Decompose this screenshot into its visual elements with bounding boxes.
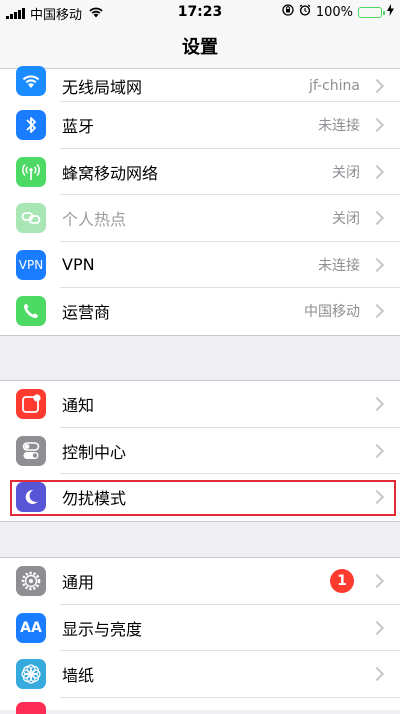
chevron-right-icon — [369, 304, 385, 319]
bluetooth-icon — [16, 110, 46, 141]
row-label: 通用 — [62, 573, 95, 593]
chevron-right-icon — [369, 78, 385, 93]
row-value: 关闭 — [332, 164, 360, 181]
alarm-icon — [299, 4, 311, 20]
row-value: jf-china — [308, 77, 360, 94]
phone-icon — [16, 296, 46, 327]
navigation-bar: 设置 — [0, 24, 400, 69]
wallpaper-icon — [16, 659, 46, 690]
battery-percent: 100% — [315, 4, 353, 20]
control-center-icon — [16, 435, 46, 466]
partial-row-icon — [16, 701, 46, 714]
row-label: 显示与亮度 — [62, 619, 143, 639]
chevron-right-icon — [369, 490, 385, 505]
chevron-right-icon — [369, 211, 385, 226]
settings-row-control-center[interactable]: 控制中心 — [0, 428, 400, 474]
settings-row-carrier[interactable]: 运营商 中国移动 — [0, 288, 400, 335]
hotspot-icon — [16, 203, 46, 234]
settings-group-connectivity: 无线局域网 jf-china 蓝牙 未连接 蜂窝移动网络 关闭 个人热点 关闭 … — [0, 65, 400, 336]
row-value: 未连接 — [318, 257, 360, 274]
settings-row-do-not-disturb[interactable]: 勿扰模式 — [0, 474, 400, 521]
update-badge: 1 — [330, 569, 354, 594]
chevron-right-icon — [369, 397, 385, 412]
chevron-right-icon — [369, 257, 385, 272]
row-value: 中国移动 — [304, 304, 360, 321]
settings-group-general: 通用 1 AA 显示与亮度 墙纸 — [0, 557, 400, 714]
row-value: 未连接 — [318, 118, 360, 135]
gear-icon — [16, 566, 46, 597]
row-label: 个人热点 — [62, 210, 127, 230]
chevron-right-icon — [369, 164, 385, 179]
settings-row-notifications[interactable]: 通知 — [0, 381, 400, 428]
chevron-right-icon — [369, 443, 385, 458]
row-label: 控制中心 — [62, 442, 127, 462]
settings-row-cellular[interactable]: 蜂窝移动网络 关闭 — [0, 149, 400, 195]
settings-row-hotspot[interactable]: 个人热点 关闭 — [0, 195, 400, 242]
battery-icon — [358, 6, 385, 18]
settings-row-vpn[interactable]: VPN VPN 未连接 — [0, 242, 400, 288]
chevron-right-icon — [369, 118, 385, 133]
status-bar: 中国移动 17:23 100% — [0, 0, 400, 24]
row-label: 墙纸 — [62, 666, 95, 686]
settings-row-wlan[interactable]: 无线局域网 jf-china — [0, 65, 400, 102]
settings-row-display-brightness[interactable]: AA 显示与亮度 — [0, 605, 400, 651]
settings-row-general[interactable]: 通用 1 — [0, 558, 400, 605]
charging-icon — [387, 4, 394, 20]
vpn-icon: VPN — [16, 249, 46, 280]
moon-icon — [16, 482, 46, 513]
rotation-lock-icon — [282, 4, 294, 20]
wifi-icon — [16, 65, 46, 96]
row-label: 蜂窝移动网络 — [62, 163, 159, 183]
row-label: VPN — [62, 255, 95, 275]
chevron-right-icon — [369, 574, 385, 589]
page-title: 设置 — [182, 37, 218, 58]
row-value: 关闭 — [332, 211, 360, 228]
notifications-icon — [16, 389, 46, 420]
row-label: 勿扰模式 — [62, 489, 127, 509]
row-label: 通知 — [62, 396, 95, 416]
settings-row-wallpaper[interactable]: 墙纸 — [0, 651, 400, 698]
cellular-icon — [16, 156, 46, 187]
settings-group-system: 通知 控制中心 勿扰模式 — [0, 380, 400, 522]
settings-row-bluetooth[interactable]: 蓝牙 未连接 — [0, 102, 400, 149]
row-label: 运营商 — [62, 303, 111, 323]
row-label: 蓝牙 — [62, 117, 95, 137]
display-icon: AA — [16, 612, 46, 643]
chevron-right-icon — [369, 620, 385, 635]
chevron-right-icon — [369, 667, 385, 682]
row-label: 无线局域网 — [62, 77, 143, 97]
settings-row-partial[interactable] — [0, 698, 400, 714]
